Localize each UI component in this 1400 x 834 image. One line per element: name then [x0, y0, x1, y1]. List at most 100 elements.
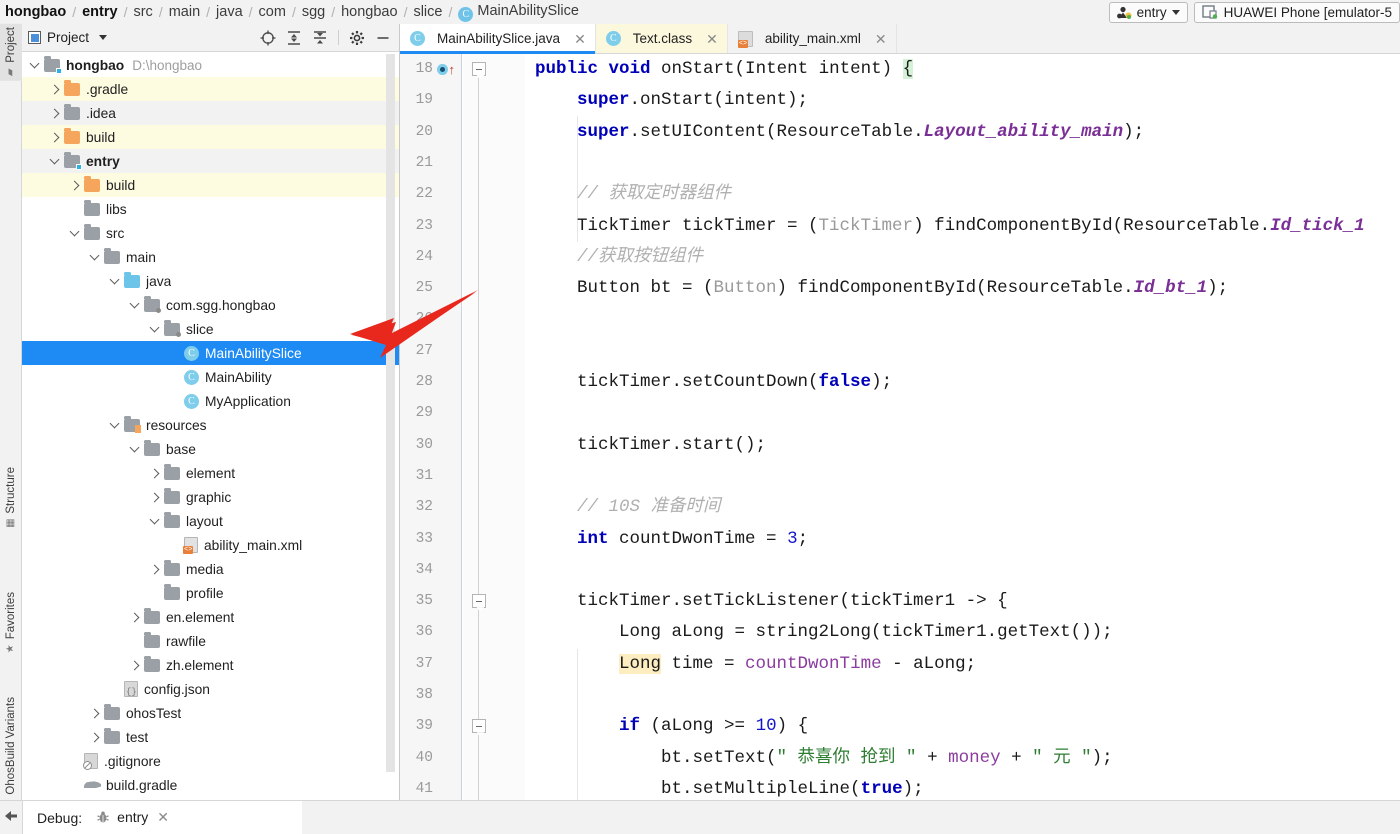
chevron-down-icon[interactable] [130, 300, 141, 311]
code-line[interactable]: tickTimer.setCountDown(false); [525, 367, 1400, 398]
chevron-right-icon[interactable] [150, 492, 161, 503]
chevron-down-icon[interactable] [99, 35, 108, 40]
code-line[interactable]: //获取按钮组件 [525, 242, 1400, 273]
breadcrumb-item-entry[interactable]: entry [81, 4, 118, 20]
tree-item[interactable]: element [22, 461, 399, 485]
code-line[interactable]: bt.setText(" 恭喜你 抢到 " + money + " 元 "); [525, 743, 1400, 774]
tree-item[interactable]: test [22, 725, 399, 749]
editor-tab-ability-main-xml[interactable]: <> ability_main.xml ✕ [728, 24, 897, 53]
fold-collapse-icon[interactable] [472, 62, 486, 76]
chevron-down-icon[interactable] [30, 60, 41, 71]
editor-tab-mainabilityslice-java[interactable]: C MainAbilitySlice.java ✕ [400, 24, 596, 54]
tree-item[interactable]: C MainAbility [22, 365, 399, 389]
tree-item[interactable]: {} config.json [22, 677, 399, 701]
tree-item[interactable]: build.gradle [22, 773, 399, 797]
chevron-right-icon[interactable] [50, 132, 61, 143]
tree-item[interactable]: .gitignore [22, 749, 399, 773]
tree-item[interactable]: ohosTest [22, 701, 399, 725]
code-line[interactable]: bt.setMultipleLine(true); [525, 774, 1400, 800]
chevron-down-icon[interactable] [90, 252, 101, 263]
code-line[interactable]: Long aLong = string2Long(tickTimer1.getT… [525, 617, 1400, 648]
code-editor[interactable]: 18 ↑ 19 20 21 22 23 24 25 26 27 28 29 30 31 32 33 34 35 36 3… [400, 54, 1400, 800]
chevron-down-icon[interactable] [110, 420, 121, 431]
code-line[interactable]: int countDwonTime = 3; [525, 524, 1400, 555]
tree-item[interactable]: graphic [22, 485, 399, 509]
chevron-down-icon[interactable] [150, 516, 161, 527]
code-content[interactable]: public void onStart(Intent intent) { sup… [525, 54, 1400, 800]
tree-item[interactable]: .gradle [22, 77, 399, 101]
locate-icon[interactable] [260, 30, 276, 46]
debug-tab-entry[interactable]: entry ✕ [96, 809, 169, 826]
chevron-down-icon[interactable] [70, 228, 81, 239]
collapse-all-icon[interactable] [312, 30, 328, 46]
tree-item[interactable]: zh.element [22, 653, 399, 677]
chevron-down-icon[interactable] [130, 444, 141, 455]
code-fold-gutter[interactable] [463, 54, 525, 800]
hide-panel-icon[interactable] [375, 30, 391, 46]
sidebar-item-structure[interactable]: ▦ Structure [0, 464, 22, 532]
tree-item[interactable]: java [22, 269, 399, 293]
chevron-right-icon[interactable] [130, 660, 141, 671]
tree-item[interactable]: layout [22, 509, 399, 533]
breadcrumb-item-slice[interactable]: slice [412, 4, 443, 20]
chevron-right-icon[interactable] [150, 468, 161, 479]
code-line[interactable]: super.onStart(intent); [525, 85, 1400, 116]
sidebar-item-project[interactable]: ▰ Project [0, 24, 22, 81]
chevron-down-icon[interactable] [50, 156, 61, 167]
code-line[interactable]: Button bt = (Button) findComponentById(R… [525, 273, 1400, 304]
code-line[interactable]: super.setUIContent(ResourceTable.Layout_… [525, 117, 1400, 148]
sidebar-item-favorites[interactable]: ★ Favorites [0, 589, 22, 657]
tree-item[interactable]: resources [22, 413, 399, 437]
code-line[interactable] [525, 461, 1400, 492]
editor-tab-text-class[interactable]: C Text.class ✕ [595, 24, 728, 53]
tree-item[interactable]: build [22, 173, 399, 197]
sidebar-item-ohosbuild-variants[interactable]: ⬔ OhosBuild Variants [0, 694, 22, 813]
settings-gear-icon[interactable] [349, 30, 365, 46]
chevron-down-icon[interactable] [1171, 9, 1180, 15]
tree-item-selected[interactable]: C MainAbilitySlice [22, 341, 399, 365]
expand-all-icon[interactable] [286, 30, 302, 46]
close-icon[interactable]: ✕ [704, 32, 718, 46]
breadcrumb-item-mainabilityslice[interactable]: C MainAbilitySlice [457, 3, 580, 22]
code-line[interactable] [525, 680, 1400, 711]
tree-item[interactable]: libs [22, 197, 399, 221]
fold-collapse-icon[interactable] [472, 719, 486, 734]
tree-item[interactable]: slice [22, 317, 399, 341]
fold-collapse-icon[interactable] [472, 594, 486, 609]
tree-item[interactable]: media [22, 557, 399, 581]
tree-item[interactable]: src [22, 221, 399, 245]
device-selector[interactable]: HUAWEI Phone [emulator-5 [1193, 1, 1400, 23]
tree-item[interactable]: en.element [22, 605, 399, 629]
breadcrumb-item-java[interactable]: java [215, 4, 244, 20]
chevron-right-icon[interactable] [130, 612, 141, 623]
close-icon[interactable]: ✕ [572, 32, 586, 46]
code-line[interactable]: Long time = countDwonTime - aLong; [525, 649, 1400, 680]
chevron-right-icon[interactable] [50, 108, 61, 119]
chevron-down-icon[interactable] [150, 324, 161, 335]
chevron-right-icon[interactable] [90, 708, 101, 719]
close-icon[interactable]: ✕ [873, 32, 887, 46]
code-line[interactable]: // 获取定时器组件 [525, 179, 1400, 210]
code-line[interactable] [525, 304, 1400, 335]
code-line[interactable] [525, 148, 1400, 179]
tree-item[interactable]: com.sgg.hongbao [22, 293, 399, 317]
code-line[interactable]: public void onStart(Intent intent) { [525, 54, 1400, 85]
project-tree-scrollbar[interactable] [386, 54, 395, 772]
code-line[interactable]: // 10S 准备时间 [525, 492, 1400, 523]
chevron-down-icon[interactable] [110, 276, 121, 287]
breadcrumb-item-hongbao[interactable]: hongbao [340, 4, 398, 20]
run-method-icon[interactable] [437, 64, 448, 76]
code-line[interactable]: tickTimer.start(); [525, 430, 1400, 461]
code-line[interactable]: if (aLong >= 10) { [525, 711, 1400, 742]
breadcrumb-item-main[interactable]: main [168, 4, 201, 20]
code-line[interactable] [525, 555, 1400, 586]
tree-item[interactable]: C MyApplication [22, 389, 399, 413]
chevron-right-icon[interactable] [70, 180, 81, 191]
tree-item[interactable]: <> ability_main.xml [22, 533, 399, 557]
close-icon[interactable]: ✕ [155, 810, 169, 824]
chevron-right-icon[interactable] [150, 564, 161, 575]
code-line[interactable] [525, 398, 1400, 429]
tree-item[interactable]: .idea [22, 101, 399, 125]
breadcrumb-item-src[interactable]: src [132, 4, 153, 20]
run-gutter-marker[interactable]: ↑ [437, 54, 455, 85]
